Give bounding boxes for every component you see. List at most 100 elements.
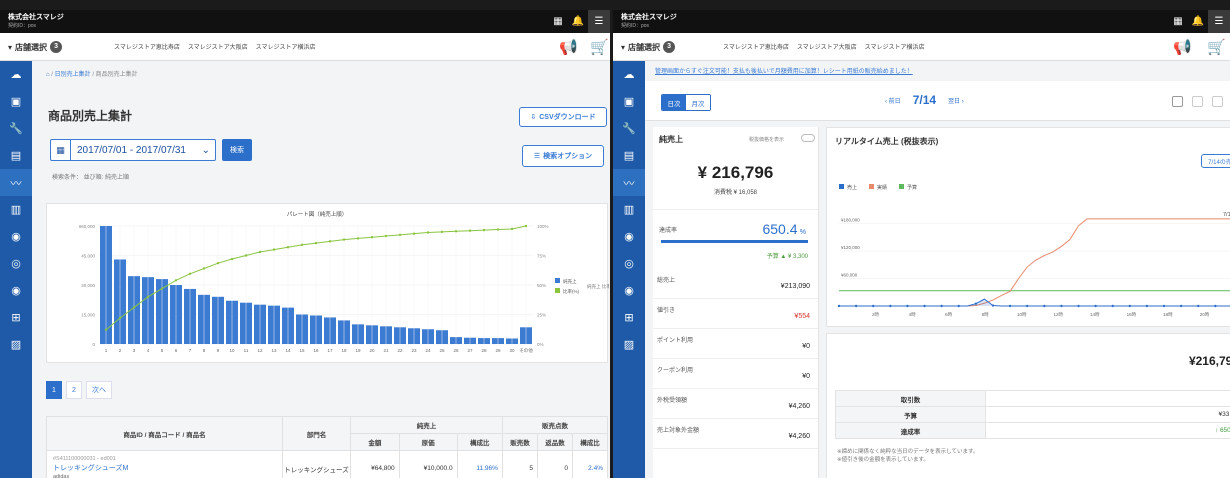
sales-point xyxy=(1111,304,1114,308)
store-item[interactable]: スマレジストア横浜店 xyxy=(865,42,925,51)
hamburger-menu-icon[interactable]: ☰ xyxy=(1208,10,1230,33)
line-point xyxy=(398,233,402,237)
home-icon[interactable]: ⌂ xyxy=(46,72,50,78)
sales-point xyxy=(872,304,875,308)
store-select[interactable]: ▾ 店舗選択 3 xyxy=(8,41,63,53)
search-button[interactable]: 検索 xyxy=(222,139,252,161)
sidebar-image-icon[interactable]: ▨ xyxy=(0,331,32,358)
sidebar-register-icon[interactable]: ▤ xyxy=(613,142,645,169)
cost-cell: ¥10,000.0 xyxy=(398,450,458,478)
sidebar-sales-chart-icon[interactable]: 〰 xyxy=(0,169,32,196)
realtime-title: リアルタイム売上 (税抜表示) xyxy=(835,137,939,146)
sales-point xyxy=(1162,304,1166,308)
left-panel: 株式会社スマレジ 契約ID：pos ▦ 🔔 ☰ ▾ 店舗選択 3 スマレジストア… xyxy=(0,10,610,478)
x-tick-label: 9 xyxy=(217,348,220,353)
col-product[interactable]: 商品ID / 商品コード / 商品名 xyxy=(46,416,283,451)
sidebar-wrench-icon[interactable]: 🔧 xyxy=(613,115,645,142)
bell-icon[interactable]: 🔔 xyxy=(568,10,588,33)
list-icon: ☰ xyxy=(533,153,541,160)
tab-daily[interactable]: 日次 xyxy=(662,95,686,110)
sidebar-cloud-icon[interactable]: ☁ xyxy=(613,61,645,88)
bell-icon[interactable]: 🔔 xyxy=(1188,10,1208,33)
col-sold-qty[interactable]: 販売点数 xyxy=(501,416,609,434)
sales-line xyxy=(839,298,1230,307)
sidebar-target-icon[interactable]: ◎ xyxy=(0,250,32,277)
date-range-value: 2017/07/01 - 2017/07/31 xyxy=(77,144,186,156)
apps-grid-icon[interactable]: ▦ xyxy=(548,10,568,33)
apps-grid-icon[interactable]: ▦ xyxy=(1168,10,1188,33)
line-point xyxy=(524,224,528,228)
store-item[interactable]: スマレジストア恵比寿店 xyxy=(723,42,789,51)
sidebar-user-icon[interactable]: ◉ xyxy=(0,223,32,250)
product-cell: #S411100000031 - ed001 トレッキングシューズM adida… xyxy=(46,450,283,478)
sidebar-grid-icon[interactable]: ⊞ xyxy=(613,304,645,331)
col-cost[interactable]: 原価 xyxy=(398,433,458,451)
y-tick-label: ¥180,000 xyxy=(841,218,860,223)
view-list-icon[interactable] xyxy=(1212,96,1223,107)
breadcrumb-parent-link[interactable]: 日別売上集計 xyxy=(55,72,91,78)
next-page-button[interactable]: 次へ xyxy=(86,381,112,399)
search-options-button[interactable]: ☰ 検索オプション xyxy=(522,145,604,167)
table-row: #S411100000031 - ed001 トレッキングシューズM adida… xyxy=(46,450,609,478)
tax-toggle-switch[interactable] xyxy=(801,134,815,142)
next-day-link[interactable]: 翌日 › xyxy=(948,96,964,105)
line-point xyxy=(426,231,430,234)
breakdown-value: ¥0 xyxy=(802,343,810,350)
sidebar-wrench-icon[interactable]: 🔧 xyxy=(0,115,32,142)
col-ratio[interactable]: 構成比 xyxy=(456,433,503,451)
search-conditions: 検索条件： 並び順: 純売上順 xyxy=(52,175,130,181)
sidebar-cloud-icon[interactable]: ☁ xyxy=(0,61,32,88)
megaphone-icon[interactable]: 📢 xyxy=(1173,38,1192,56)
legend-swatch xyxy=(839,184,844,189)
store-select-label: 店舗選択 xyxy=(15,42,48,52)
product-name-link[interactable]: トレッキングシューズM xyxy=(53,464,282,473)
sidebar-image-icon[interactable]: ▨ xyxy=(613,331,645,358)
view-columns-icon[interactable] xyxy=(1192,96,1203,107)
prev-day-link[interactable]: ‹ 前日 xyxy=(885,96,901,105)
page-2-button[interactable]: 2 xyxy=(66,381,82,399)
sidebar-box-icon[interactable]: ▥ xyxy=(613,196,645,223)
col-returned[interactable]: 返品数 xyxy=(536,433,573,451)
line-point xyxy=(454,230,458,233)
y2-tick-label: 0% xyxy=(537,342,544,347)
sidebar-archive-icon[interactable]: ▣ xyxy=(613,88,645,115)
page-1-button[interactable]: 1 xyxy=(46,381,62,399)
x-tick-label: 20時 xyxy=(1200,312,1210,317)
x-tick-label: 4時 xyxy=(909,312,917,317)
store-select[interactable]: ▾ 店舗選択 3 xyxy=(621,41,676,53)
product-id: #S411100000031 - ed001 xyxy=(53,456,116,462)
sidebar-user-icon[interactable]: ◉ xyxy=(613,223,645,250)
col-net-sales[interactable]: 純売上 xyxy=(350,416,503,434)
next-day-label: 翌日 xyxy=(948,98,961,105)
col-sold[interactable]: 販売数 xyxy=(501,433,538,451)
date-range-picker[interactable]: ▦ 2017/07/01 - 2017/07/31 ⌄ xyxy=(50,139,216,161)
summary-panel: ¥216,796 取引数47 予算¥33,333 達成率↑ 650.4% ※締め… xyxy=(826,333,1230,478)
x-tick-label: 20 xyxy=(369,348,375,353)
sidebar-sales-chart-icon[interactable]: 〰 xyxy=(613,169,645,196)
col-qty-ratio[interactable]: 構成比 xyxy=(571,433,609,451)
sidebar-archive-icon[interactable]: ▣ xyxy=(0,88,32,115)
csv-download-button[interactable]: ⇩ CSVダウンロード xyxy=(519,107,607,127)
view-split-icon[interactable] xyxy=(1172,96,1183,107)
sidebar-member-icon[interactable]: ◉ xyxy=(613,277,645,304)
x-tick-label: 28 xyxy=(481,348,487,353)
store-item[interactable]: スマレジストア横浜店 xyxy=(256,42,316,51)
notice-link[interactable]: 管理画面からすぐ注文可能！支払も後払いで月額費用に加算！レシート用紙の販売始めま… xyxy=(655,66,913,75)
store-item[interactable]: スマレジストア大阪店 xyxy=(797,42,857,51)
today-sales-button[interactable]: 7/14の売上 xyxy=(1201,154,1230,168)
sidebar-member-icon[interactable]: ◉ xyxy=(0,277,32,304)
cart-icon[interactable]: 🛒 xyxy=(1207,38,1226,56)
megaphone-icon[interactable]: 📢 xyxy=(559,38,578,56)
col-dept[interactable]: 部門名 xyxy=(282,416,351,451)
store-item[interactable]: スマレジストア恵比寿店 xyxy=(114,42,180,51)
sidebar-grid-icon[interactable]: ⊞ xyxy=(0,304,32,331)
store-item[interactable]: スマレジストア大阪店 xyxy=(188,42,248,51)
hamburger-menu-icon[interactable]: ☰ xyxy=(588,10,610,33)
sidebar-box-icon[interactable]: ▥ xyxy=(0,196,32,223)
tab-monthly[interactable]: 月次 xyxy=(686,95,710,110)
sidebar-register-icon[interactable]: ▤ xyxy=(0,142,32,169)
sales-point xyxy=(1128,304,1132,308)
col-amount[interactable]: 金額 xyxy=(350,433,400,451)
sidebar-target-icon[interactable]: ◎ xyxy=(613,250,645,277)
cart-icon[interactable]: 🛒 xyxy=(590,38,609,56)
